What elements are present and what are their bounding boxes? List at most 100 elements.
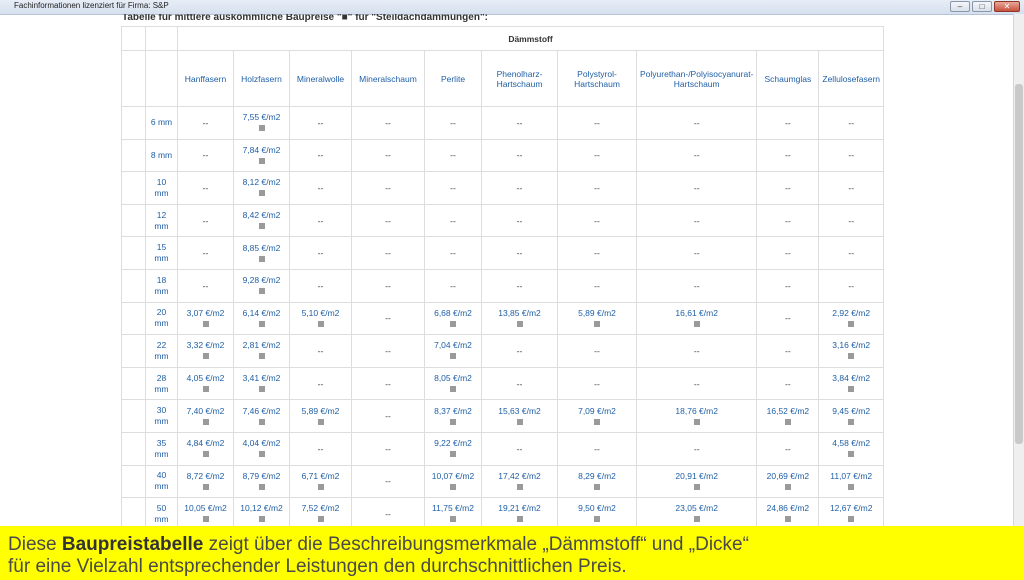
price-link[interactable]: 4,05 €/m2 [181, 373, 230, 384]
price-link[interactable]: 9,50 €/m2 [561, 503, 633, 514]
info-icon[interactable] [594, 320, 600, 327]
info-icon[interactable] [258, 157, 265, 164]
price-link[interactable]: 9,22 €/m2 [428, 438, 478, 449]
row-thickness-label[interactable]: 6 mm [145, 106, 178, 140]
row-thickness-label[interactable]: 30 mm [145, 399, 178, 433]
column-header[interactable]: Mineralschaum [351, 50, 425, 107]
info-icon[interactable] [693, 483, 700, 490]
price-link[interactable]: 2,81 €/m2 [237, 340, 286, 351]
row-thickness-label[interactable]: 40 mm [145, 464, 178, 499]
column-header[interactable]: Perlite [424, 50, 482, 107]
price-link[interactable]: 5,89 €/m2 [293, 406, 348, 417]
info-icon[interactable] [258, 451, 265, 458]
info-icon[interactable] [450, 483, 456, 490]
info-icon[interactable] [450, 516, 456, 523]
price-link[interactable]: 9,45 €/m2 [822, 406, 880, 417]
price-link[interactable]: 16,61 €/m2 [640, 308, 753, 319]
price-link[interactable]: 7,09 €/m2 [561, 406, 633, 417]
info-icon[interactable] [258, 320, 265, 327]
price-link[interactable]: 8,29 €/m2 [561, 471, 633, 482]
info-icon[interactable] [516, 516, 523, 523]
info-icon[interactable] [202, 386, 209, 393]
row-thickness-label[interactable]: 50 mm [145, 497, 178, 526]
info-icon[interactable] [317, 516, 324, 523]
column-header[interactable]: Polystyrol-Hartschaum [557, 50, 637, 107]
info-icon[interactable] [848, 483, 855, 490]
column-header[interactable]: Hanffasern [177, 50, 234, 107]
column-header[interactable]: Zellulosefasern [818, 50, 885, 107]
row-thickness-label[interactable]: 15 mm [145, 236, 178, 270]
info-icon[interactable] [258, 125, 265, 132]
info-icon[interactable] [258, 516, 265, 523]
info-icon[interactable] [848, 320, 855, 327]
column-header[interactable]: Mineralwolle [289, 50, 352, 107]
column-header[interactable]: Polyurethan-/Polyisocyanurat-Hartschaum [635, 50, 758, 107]
price-link[interactable]: 7,52 €/m2 [293, 503, 348, 514]
row-thickness-label[interactable]: 20 mm [145, 301, 178, 336]
info-icon[interactable] [848, 451, 855, 458]
price-link[interactable]: 20,91 €/m2 [640, 471, 753, 482]
info-icon[interactable] [516, 320, 523, 327]
price-link[interactable]: 7,46 €/m2 [237, 406, 286, 417]
info-icon[interactable] [594, 516, 600, 523]
column-header[interactable]: Schaumglas [756, 50, 820, 107]
info-icon[interactable] [848, 516, 855, 523]
info-icon[interactable] [202, 451, 209, 458]
price-link[interactable]: 8,05 €/m2 [428, 373, 478, 384]
row-thickness-label[interactable]: 35 mm [145, 431, 178, 466]
price-link[interactable]: 7,04 €/m2 [428, 340, 478, 351]
info-icon[interactable] [450, 451, 456, 458]
info-icon[interactable] [450, 353, 456, 360]
info-icon[interactable] [848, 386, 855, 393]
info-icon[interactable] [258, 483, 265, 490]
info-icon[interactable] [202, 353, 209, 360]
price-link[interactable]: 10,05 €/m2 [181, 503, 230, 514]
info-icon[interactable] [848, 353, 855, 360]
price-link[interactable]: 16,52 €/m2 [760, 406, 815, 417]
row-thickness-label[interactable]: 28 mm [145, 366, 178, 401]
price-link[interactable]: 17,42 €/m2 [485, 471, 554, 482]
minimize-button[interactable]: – [950, 1, 970, 12]
price-link[interactable]: 5,10 €/m2 [293, 308, 348, 319]
price-link[interactable]: 4,04 €/m2 [237, 438, 286, 449]
price-link[interactable]: 24,86 €/m2 [760, 503, 815, 514]
price-link[interactable]: 9,28 €/m2 [237, 275, 286, 286]
info-icon[interactable] [202, 483, 209, 490]
vertical-scrollbar[interactable] [1013, 14, 1024, 526]
info-icon[interactable] [693, 516, 700, 523]
info-icon[interactable] [784, 418, 791, 425]
price-link[interactable]: 11,75 €/m2 [428, 503, 478, 514]
scrollbar-thumb[interactable] [1015, 84, 1023, 444]
info-icon[interactable] [317, 418, 324, 425]
info-icon[interactable] [516, 418, 523, 425]
price-link[interactable]: 8,72 €/m2 [181, 471, 230, 482]
price-link[interactable]: 10,07 €/m2 [428, 471, 478, 482]
price-link[interactable]: 8,85 €/m2 [237, 243, 286, 254]
row-thickness-label[interactable]: 8 mm [145, 138, 178, 173]
info-icon[interactable] [202, 320, 209, 327]
info-icon[interactable] [693, 418, 700, 425]
row-thickness-label[interactable]: 12 mm [145, 203, 178, 238]
info-icon[interactable] [784, 483, 791, 490]
price-link[interactable]: 3,84 €/m2 [822, 373, 880, 384]
price-link[interactable]: 6,68 €/m2 [428, 308, 478, 319]
info-icon[interactable] [848, 418, 855, 425]
info-icon[interactable] [693, 320, 700, 327]
row-thickness-label[interactable]: 10 mm [145, 171, 178, 205]
price-link[interactable]: 4,84 €/m2 [181, 438, 230, 449]
price-link[interactable]: 19,21 €/m2 [485, 503, 554, 514]
price-link[interactable]: 3,32 €/m2 [181, 340, 230, 351]
price-link[interactable]: 8,12 €/m2 [237, 177, 286, 188]
info-icon[interactable] [594, 418, 600, 425]
price-link[interactable]: 18,76 €/m2 [640, 406, 753, 417]
info-icon[interactable] [202, 516, 209, 523]
column-header[interactable]: Holzfasern [233, 50, 290, 107]
price-link[interactable]: 10,12 €/m2 [237, 503, 286, 514]
price-link[interactable]: 11,07 €/m2 [822, 471, 880, 482]
info-icon[interactable] [258, 418, 265, 425]
info-icon[interactable] [450, 386, 456, 393]
close-button[interactable]: ✕ [994, 1, 1020, 12]
row-thickness-label[interactable]: 18 mm [145, 268, 178, 303]
info-icon[interactable] [516, 483, 523, 490]
info-icon[interactable] [317, 483, 324, 490]
